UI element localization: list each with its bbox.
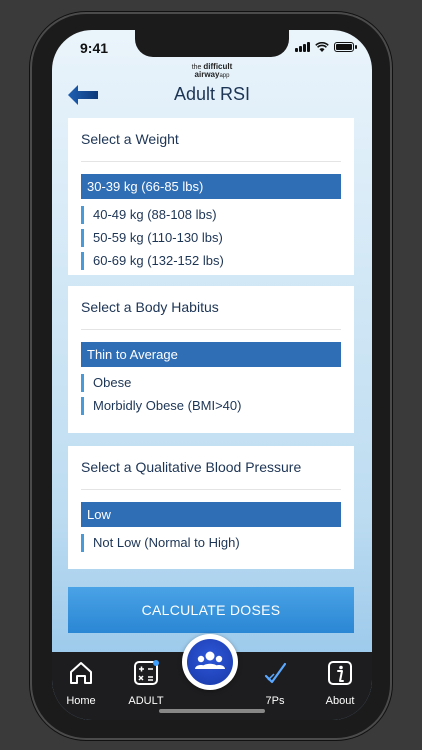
habitus-option[interactable]: Morbidly Obese (BMI>40) — [81, 397, 341, 415]
weight-option-selected[interactable]: 30-39 kg (66-85 lbs) — [81, 174, 341, 199]
divider — [81, 489, 341, 490]
info-icon — [328, 661, 352, 685]
calculate-doses-button[interactable]: CALCULATE DOSES — [68, 587, 354, 633]
tab-adult[interactable]: ADULT — [119, 660, 173, 707]
tab-adult-label: ADULT — [128, 695, 164, 707]
tab-home[interactable]: Home — [54, 660, 108, 707]
page-title: Adult RSI — [173, 84, 251, 104]
tab-7ps[interactable]: 7Ps — [248, 660, 302, 707]
divider — [81, 329, 341, 330]
signal-icon — [295, 42, 310, 52]
habitus-option-selected[interactable]: Thin to Average — [81, 342, 341, 367]
bp-card: Select a Qualitative Blood Pressure Low … — [68, 446, 354, 569]
status-icons — [295, 42, 357, 52]
bp-heading: Select a Qualitative Blood Pressure — [81, 459, 302, 475]
app-screen: 9:41 the difficult airwayapp Adult RSI S… — [52, 30, 372, 720]
group-icon — [195, 651, 225, 669]
checkmark-icon — [264, 662, 287, 684]
tab-about-label: About — [325, 695, 355, 707]
calculator-icon — [134, 660, 159, 685]
bp-option[interactable]: Not Low (Normal to High) — [81, 534, 341, 552]
notch — [135, 30, 289, 57]
weight-card: Select a Weight 30-39 kg (66-85 lbs) 40-… — [68, 118, 354, 275]
battery-icon — [334, 42, 357, 52]
wifi-icon — [315, 42, 329, 52]
weight-option[interactable]: 60-69 kg (132-152 lbs) — [81, 252, 341, 270]
tab-7ps-label: 7Ps — [265, 695, 285, 707]
weight-option[interactable]: 50-59 kg (110-130 lbs) — [81, 229, 341, 247]
habitus-heading: Select a Body Habitus — [81, 299, 219, 315]
habitus-option[interactable]: Obese — [81, 374, 341, 392]
status-time: 9:41 — [80, 40, 109, 56]
bp-option-selected[interactable]: Low — [81, 502, 341, 527]
weight-option[interactable]: 40-49 kg (88-108 lbs) — [81, 206, 341, 224]
weight-heading: Select a Weight — [81, 131, 179, 147]
divider — [81, 161, 341, 162]
home-icon — [70, 662, 92, 684]
team-button[interactable] — [182, 634, 238, 690]
tab-about[interactable]: About — [313, 660, 367, 707]
brand-logo: the difficult airwayapp — [191, 62, 233, 80]
habitus-card: Select a Body Habitus Thin to Average Ob… — [68, 286, 354, 433]
tab-home-label: Home — [66, 695, 96, 707]
home-indicator — [159, 709, 265, 713]
